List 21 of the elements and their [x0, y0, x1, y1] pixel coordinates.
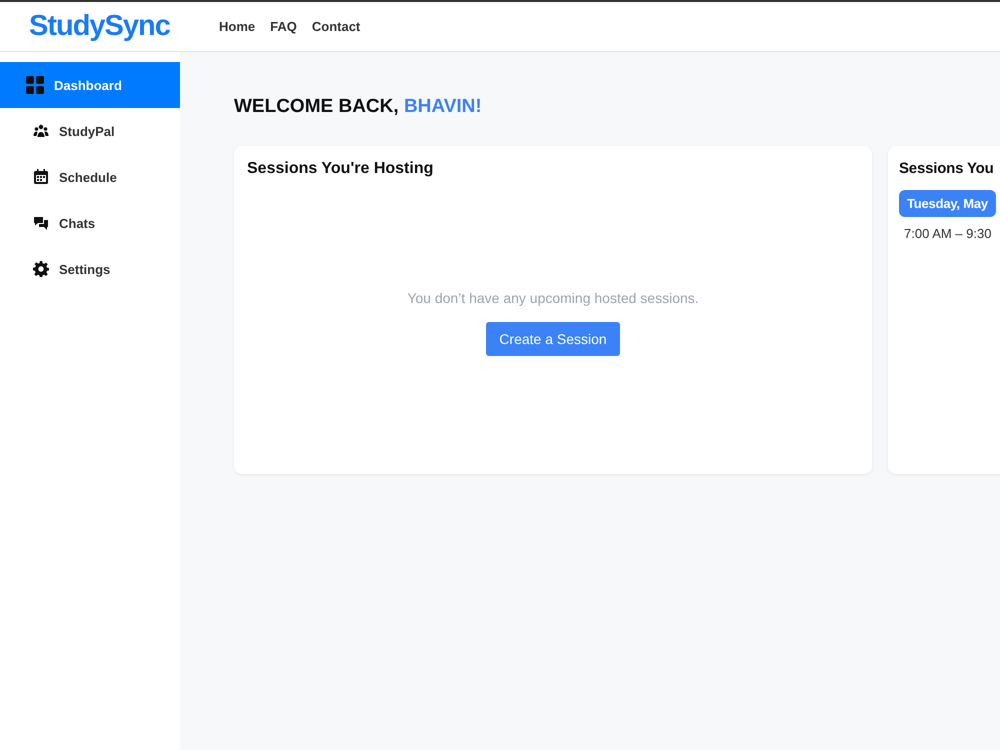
sidebar-item[interactable]: Chats [0, 200, 180, 246]
date-pill: Tuesday, May [899, 190, 996, 217]
welcome-heading: WELCOME BACK, BHAVIN! [234, 96, 483, 118]
sidebar-item[interactable]: Settings [0, 246, 180, 292]
calendar-icon [33, 169, 49, 185]
card-title: Sessions You [899, 160, 995, 177]
settings-icon [33, 261, 49, 277]
sidebar-item[interactable]: StudyPal [0, 108, 180, 154]
nav-link[interactable]: Home [219, 19, 256, 34]
create-session-button[interactable]: Create a Session [486, 322, 620, 356]
nav-link[interactable]: Contact [312, 19, 360, 34]
logo[interactable]: StudySync [29, 10, 219, 43]
sidebar-item[interactable]: Dashboard [0, 62, 180, 108]
grid-icon [26, 76, 44, 94]
chat-icon [33, 215, 49, 231]
sidebar-item[interactable]: Schedule [0, 154, 180, 200]
empty-message: You don’t have any upcoming hosted sessions. [407, 290, 699, 306]
people-icon [33, 123, 49, 139]
session-time: 7:00 AM – 9:30 [903, 226, 992, 241]
card-title: Sessions You're Hosting [247, 160, 434, 178]
nav-link[interactable]: FAQ [270, 19, 297, 34]
